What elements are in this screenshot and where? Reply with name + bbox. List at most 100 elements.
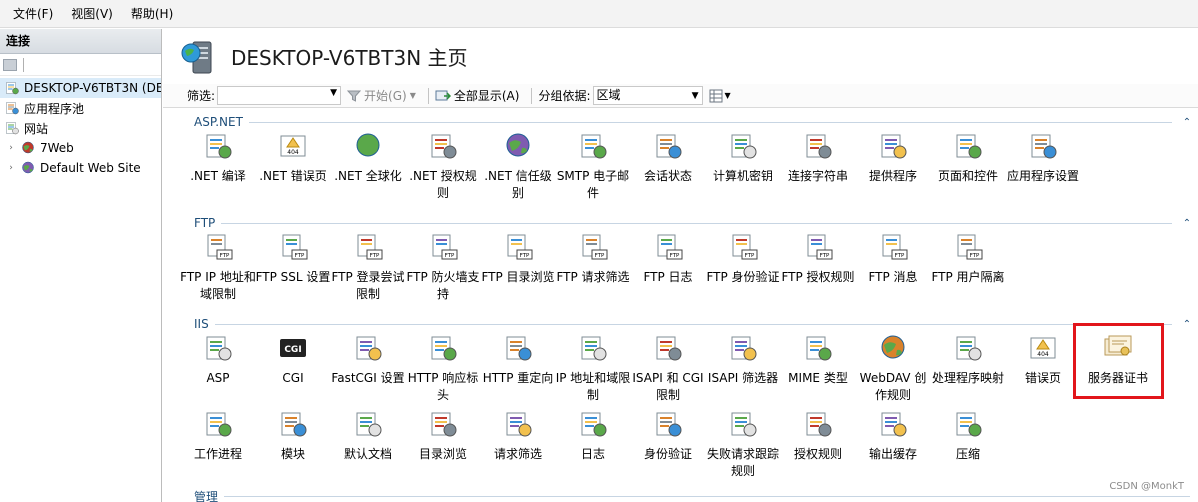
error-pages-icon: 404 xyxy=(1030,337,1056,359)
connect-icon[interactable] xyxy=(3,58,17,71)
feature-label: 日志 xyxy=(580,447,605,461)
feature-item[interactable]: 页面和控件 xyxy=(930,130,1006,185)
svg-text:FTP: FTP xyxy=(370,253,380,259)
expand-icon[interactable]: › xyxy=(6,143,16,153)
feature-item[interactable]: 模块 xyxy=(255,408,331,463)
filter-separator xyxy=(427,87,429,104)
feature-item[interactable]: .NET 全球化 xyxy=(330,130,406,185)
watermark: CSDN @MonkT xyxy=(1109,481,1184,492)
section-iis[interactable]: IIS ⌃ xyxy=(163,316,1198,332)
feature-item[interactable]: FTP FTP 目录浏览 xyxy=(480,231,556,286)
feature-item[interactable]: FTP FTP 身份验证 xyxy=(705,231,781,286)
http-redirect-icon xyxy=(506,336,532,361)
feature-item[interactable]: FTP FTP SSL 设置 xyxy=(255,231,331,286)
feature-item[interactable]: 默认文档 xyxy=(330,408,406,463)
menu-file[interactable]: 文件(F) xyxy=(4,0,62,28)
feature-item[interactable]: 日志 xyxy=(555,408,631,463)
feature-item[interactable]: 404 错误页 xyxy=(1005,332,1081,387)
feature-item[interactable]: FTP FTP 日志 xyxy=(630,231,706,286)
feature-item[interactable]: 工作进程 xyxy=(180,408,256,463)
feature-item[interactable]: FTP FTP 消息 xyxy=(855,231,931,286)
svg-text:CGI: CGI xyxy=(284,345,301,355)
feature-item[interactable]: FTP FTP 授权规则 xyxy=(780,231,856,286)
feature-item[interactable]: IP 地址和域限制 xyxy=(555,332,631,404)
collapse-icon[interactable]: ⌃ xyxy=(1180,319,1194,330)
feature-item[interactable]: HTTP 重定向 xyxy=(480,332,556,387)
start-filter-label: 开始(G) xyxy=(364,89,407,103)
feature-label: 输出缓存 xyxy=(868,447,917,461)
feature-label: 处理程序映射 xyxy=(931,371,1004,385)
ftp-ip-restrictions-icon: FTP xyxy=(207,234,233,260)
feature-item[interactable]: FTP FTP 防火墙支持 xyxy=(405,231,481,303)
feature-label: FTP 身份验证 xyxy=(706,270,780,284)
app-pool-icon xyxy=(6,102,19,115)
feature-item[interactable]: 授权规则 xyxy=(780,408,856,463)
feature-item[interactable]: 提供程序 xyxy=(855,130,931,185)
feature-item[interactable]: HTTP 响应标头 xyxy=(405,332,481,404)
group-by-select[interactable]: 区域 ▼ xyxy=(592,86,703,105)
feature-item[interactable]: ISAPI 和 CGI 限制 xyxy=(630,332,706,404)
tree-item-label: 7Web xyxy=(40,141,74,155)
feature-item[interactable]: 处理程序映射 xyxy=(930,332,1006,387)
tree-site-default[interactable]: › Default Web Site xyxy=(0,158,161,178)
tree-sites[interactable]: 网站 xyxy=(0,118,161,138)
tree-app-pools[interactable]: 应用程序池 xyxy=(0,98,161,118)
feature-item[interactable]: 压缩 xyxy=(930,408,1006,463)
feature-item[interactable]: 会话状态 xyxy=(630,130,706,185)
feature-item[interactable]: 身份验证 xyxy=(630,408,706,463)
tree-item-label: 网站 xyxy=(24,121,49,136)
feature-label: .NET 编译 xyxy=(190,169,246,183)
menu-help[interactable]: 帮助(H) xyxy=(122,0,182,28)
feature-item[interactable]: ASP xyxy=(180,332,256,387)
feature-item[interactable]: .NET 授权规则 xyxy=(405,130,481,202)
feature-item[interactable]: 目录浏览 xyxy=(405,408,481,463)
logging-icon xyxy=(581,412,607,437)
feature-item[interactable]: 应用程序设置 xyxy=(1005,130,1081,185)
feature-item[interactable]: 404 .NET 错误页 xyxy=(255,130,331,185)
output-caching-icon xyxy=(881,412,907,437)
feature-item[interactable]: 输出缓存 xyxy=(855,408,931,463)
highlight-box xyxy=(1073,323,1164,399)
connections-pane: 连接 DESKTOP-V6TBT3N (DESKTOP-V6TBT3N\... 应… xyxy=(0,29,162,502)
section-management[interactable]: 管理 xyxy=(163,488,1198,502)
filter-input[interactable]: ▼ xyxy=(217,86,342,105)
feature-label: 目录浏览 xyxy=(418,447,467,461)
feature-item[interactable]: MIME 类型 xyxy=(780,332,856,387)
feature-item[interactable]: .NET 信任级别 xyxy=(480,130,556,202)
feature-item[interactable]: 请求筛选 xyxy=(480,408,556,463)
main-pane: DESKTOP-V6TBT3N 主页 筛选: ▼ 开始(G) ▼ 全部显示(A)… xyxy=(163,29,1198,502)
feature-item[interactable]: CGI CGI xyxy=(255,332,331,387)
expand-icon[interactable]: › xyxy=(6,163,16,173)
menu-view[interactable]: 视图(V) xyxy=(62,0,122,28)
feature-item[interactable]: 失败请求跟踪规则 xyxy=(705,408,781,480)
title-row: DESKTOP-V6TBT3N 主页 xyxy=(163,29,1198,84)
feature-item[interactable]: FastCGI 设置 xyxy=(330,332,406,387)
globe-icon xyxy=(22,141,34,154)
svg-text:FTP: FTP xyxy=(670,253,680,259)
feature-item[interactable]: FTP FTP 用户隔离 xyxy=(930,231,1006,286)
collapse-icon[interactable]: ⌃ xyxy=(1180,117,1194,128)
feature-item[interactable]: FTP FTP 请求筛选 xyxy=(555,231,631,286)
feature-item[interactable]: .NET 编译 xyxy=(180,130,256,185)
tree-site-7web[interactable]: › 7Web xyxy=(0,138,161,158)
funnel-icon xyxy=(347,90,362,102)
feature-label: 提供程序 xyxy=(868,169,917,183)
feature-item[interactable]: 连接字符串 xyxy=(780,130,856,185)
tree-server[interactable]: DESKTOP-V6TBT3N (DESKTOP-V6TBT3N\... xyxy=(0,78,161,98)
filter-bar: 筛选: ▼ 开始(G) ▼ 全部显示(A) 分组依据: 区域 ▼ ▼ xyxy=(163,84,1198,108)
feature-label: .NET 全球化 xyxy=(334,169,402,183)
ftp-authentication-icon: FTP xyxy=(732,234,758,260)
feature-item[interactable]: FTP FTP 登录尝试限制 xyxy=(330,231,406,303)
feature-item[interactable]: ISAPI 筛选器 xyxy=(705,332,781,387)
feature-item[interactable]: FTP FTP IP 地址和域限制 xyxy=(180,231,256,303)
feature-item[interactable]: 计算机密钥 xyxy=(705,130,781,185)
start-filter-button[interactable]: 开始(G) ▼ xyxy=(347,87,416,104)
collapse-icon[interactable]: ⌃ xyxy=(1180,218,1194,229)
view-mode-button[interactable]: ▼ xyxy=(709,89,731,103)
feature-item[interactable]: WebDAV 创作规则 xyxy=(855,332,931,404)
show-all-button[interactable]: 全部显示(A) xyxy=(435,87,519,104)
section-ftp[interactable]: FTP ⌃ xyxy=(163,215,1198,231)
feature-label: 计算机密钥 xyxy=(712,169,773,183)
feature-item[interactable]: SMTP 电子邮件 xyxy=(555,130,631,202)
section-aspnet[interactable]: ASP.NET ⌃ xyxy=(163,114,1198,130)
